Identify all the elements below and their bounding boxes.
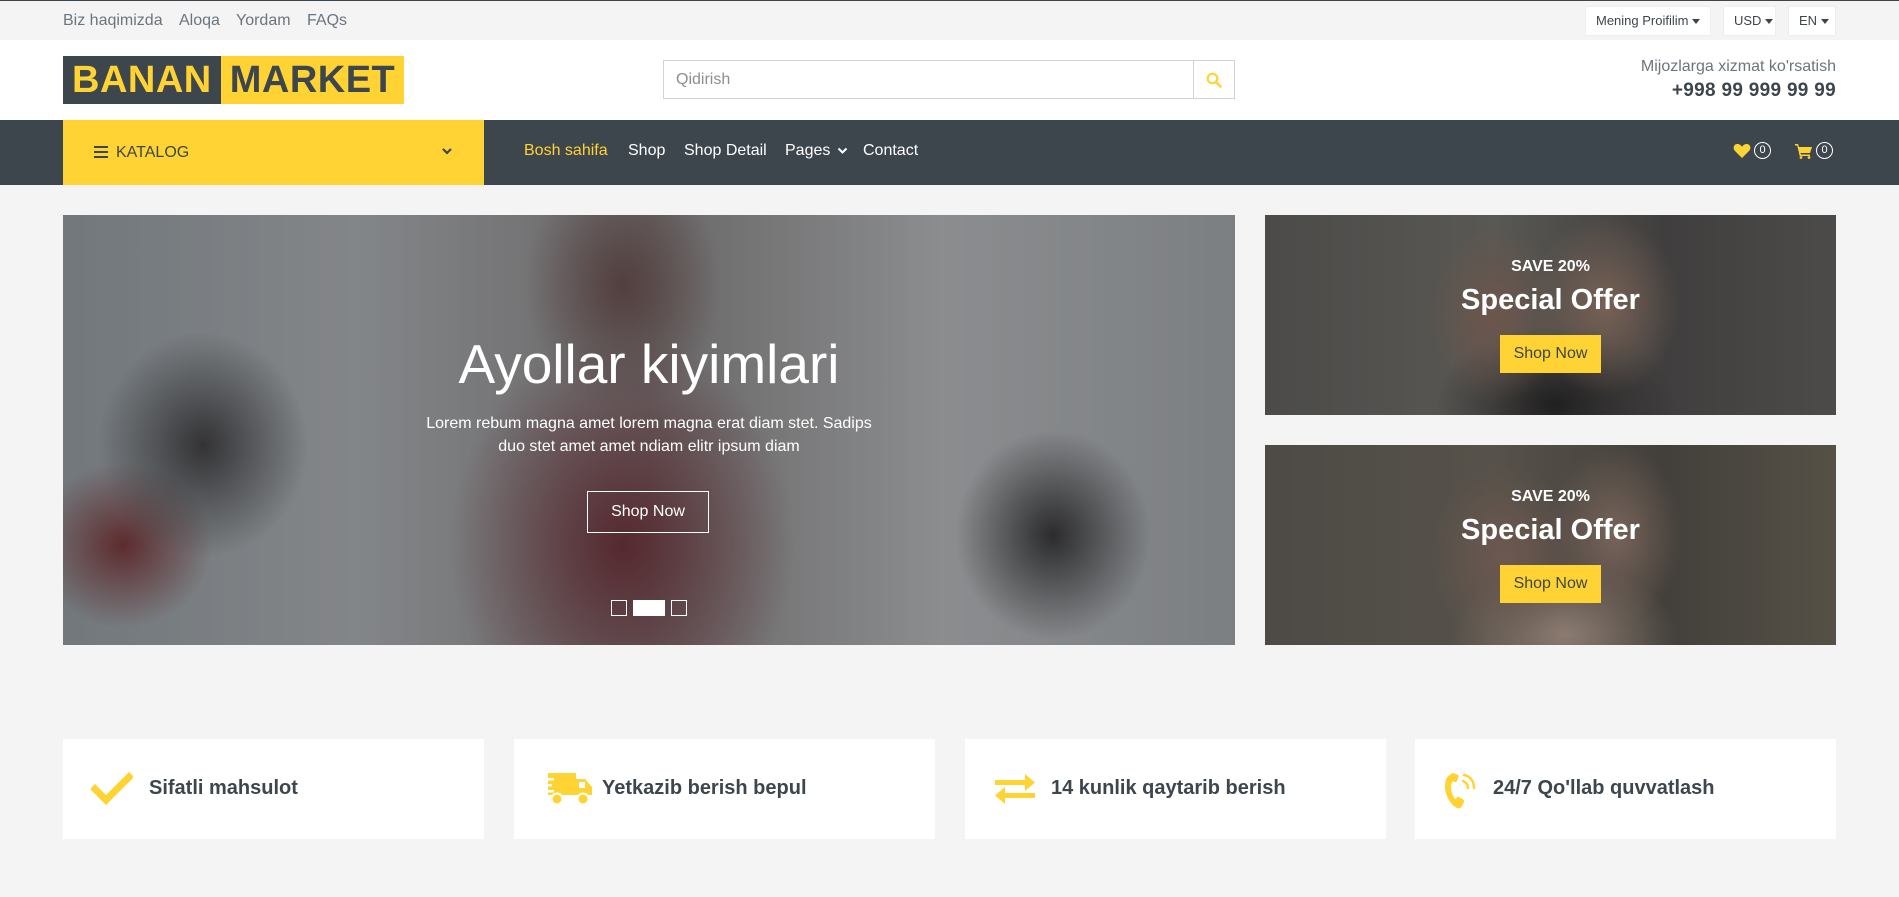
header: BANAN MARKET Mijozlarga xizmat ko'rsatis… xyxy=(0,40,1899,120)
currency-dropdown-label: USD xyxy=(1734,13,1762,28)
carousel-indicator-active[interactable] xyxy=(633,600,665,616)
hero-description: Lorem rebum magna amet lorem magna erat … xyxy=(426,415,872,455)
topbar-link-help[interactable]: Yordam xyxy=(236,12,291,30)
caret-down-icon xyxy=(1692,19,1701,25)
language-dropdown[interactable]: EN xyxy=(1788,6,1836,36)
carousel-indicator[interactable] xyxy=(611,600,627,616)
topbar-link-contact[interactable]: Aloqa xyxy=(179,12,220,30)
logo[interactable]: BANAN MARKET xyxy=(63,56,405,104)
shipping-fast-icon xyxy=(544,769,594,809)
search-button[interactable] xyxy=(1193,61,1234,98)
chevron-down-icon xyxy=(837,147,848,154)
menu-bars-icon xyxy=(94,146,108,158)
customer-service-phone: +998 99 999 99 99 xyxy=(1671,80,1836,101)
offer-title: Special Offer xyxy=(1461,514,1640,546)
nav-link-shop[interactable]: Shop xyxy=(628,142,665,160)
feature-card: Sifatli mahsulot xyxy=(63,739,484,839)
search-icon xyxy=(1206,72,1222,88)
topbar-link-about[interactable]: Biz haqimizda xyxy=(63,12,163,30)
shopping-cart-icon xyxy=(1795,143,1812,159)
exchange-icon xyxy=(993,769,1043,809)
nav-link-shop-detail[interactable]: Shop Detail xyxy=(684,142,767,160)
logo-part-2: MARKET xyxy=(220,56,405,104)
offer-banner: SAVE 20% Special Offer Shop Now xyxy=(1265,215,1836,415)
profile-dropdown-label: Mening Proifilim xyxy=(1596,13,1689,28)
top-bar: Biz haqimizda Aloqa Yordam FAQs Mening P… xyxy=(0,0,1899,40)
wishlist-button[interactable]: 0 xyxy=(1733,142,1771,159)
offer-banner: SAVE 20% Special Offer Shop Now xyxy=(1265,445,1836,645)
profile-dropdown[interactable]: Mening Proifilim xyxy=(1585,6,1711,36)
caret-down-icon xyxy=(1821,19,1830,25)
caret-down-icon xyxy=(1765,19,1774,25)
search-input[interactable] xyxy=(664,61,1194,98)
currency-dropdown[interactable]: USD xyxy=(1723,6,1776,36)
hero-carousel[interactable]: Ayollar kiyimlari Lorem rebum magna amet… xyxy=(63,215,1235,645)
hero-title: Ayollar kiyimlari xyxy=(458,333,840,395)
phone-volume-icon xyxy=(1443,769,1493,809)
offer-shop-now-button[interactable]: Shop Now xyxy=(1500,565,1601,603)
nav-link-contact[interactable]: Contact xyxy=(863,142,918,160)
feature-text: 14 kunlik qaytarib berish xyxy=(1051,777,1286,799)
chevron-down-icon xyxy=(442,148,452,155)
logo-part-1: BANAN xyxy=(63,56,221,104)
check-icon xyxy=(91,769,141,809)
heart-icon xyxy=(1733,143,1751,158)
feature-text: Yetkazib berish bepul xyxy=(602,777,807,799)
search-box xyxy=(663,60,1235,99)
feature-text: 24/7 Qo'llab quvvatlash xyxy=(1493,777,1715,799)
catalog-label: KATALOG xyxy=(116,144,190,161)
nav-link-pages[interactable]: Pages xyxy=(785,142,848,160)
offer-title: Special Offer xyxy=(1461,284,1640,316)
nav-link-pages-label: Pages xyxy=(785,142,831,159)
offer-shop-now-button[interactable]: Shop Now xyxy=(1500,335,1601,373)
feature-card: 24/7 Qo'llab quvvatlash xyxy=(1415,739,1836,839)
catalog-toggle[interactable]: KATALOG xyxy=(63,120,484,185)
feature-card: 14 kunlik qaytarib berish xyxy=(965,739,1386,839)
navbar: KATALOG Bosh sahifa Shop Shop Detail Pag… xyxy=(0,120,1899,185)
customer-service-label: Mijozlarga xizmat ko'rsatish xyxy=(1640,58,1836,75)
offer-discount: SAVE 20% xyxy=(1511,488,1590,505)
feature-card: Yetkazib berish bepul xyxy=(514,739,935,839)
cart-count-badge: 0 xyxy=(1816,142,1833,159)
offer-discount: SAVE 20% xyxy=(1511,258,1590,275)
language-dropdown-label: EN xyxy=(1799,13,1818,28)
wishlist-count-badge: 0 xyxy=(1754,142,1771,159)
hero-shop-now-button[interactable]: Shop Now xyxy=(587,491,709,533)
cart-button[interactable]: 0 xyxy=(1795,142,1833,159)
feature-text: Sifatli mahsulot xyxy=(149,777,298,799)
topbar-link-faqs[interactable]: FAQs xyxy=(307,12,347,30)
carousel-indicator[interactable] xyxy=(671,600,687,616)
nav-link-home[interactable]: Bosh sahifa xyxy=(524,142,608,160)
